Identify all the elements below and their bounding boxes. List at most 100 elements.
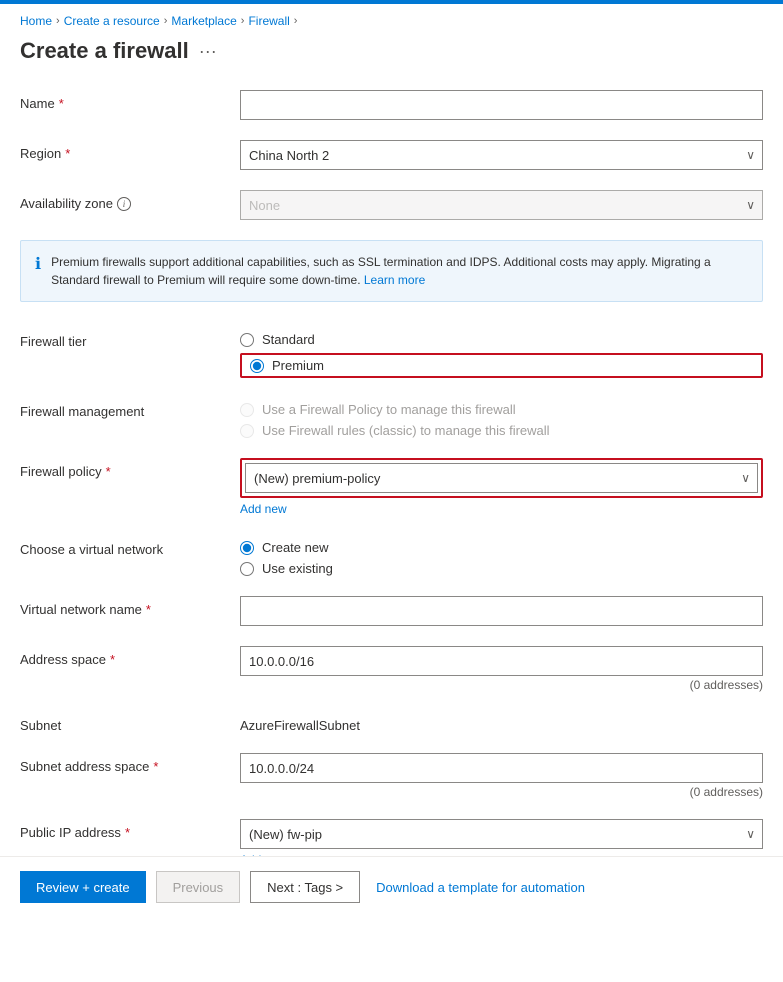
region-control: China North 2 China East China North Chi…	[240, 140, 763, 170]
vnet-name-row: Virtual network name *	[20, 586, 763, 636]
firewall-tier-control: Standard Premium	[240, 328, 763, 378]
firewall-policy-highlight-box: (New) premium-policy ∨	[240, 458, 763, 498]
firewall-management-row: Firewall management Use a Firewall Polic…	[20, 388, 763, 448]
firewall-policy-select-wrapper: (New) premium-policy ∨	[245, 463, 758, 493]
virtual-network-create-label: Create new	[262, 540, 328, 555]
public-ip-select-wrapper: (New) fw-pip ∨	[240, 819, 763, 849]
download-template-link[interactable]: Download a template for automation	[376, 880, 585, 895]
address-space-row: Address space * (0 addresses)	[20, 636, 763, 702]
firewall-tier-label: Firewall tier	[20, 328, 240, 349]
next-button[interactable]: Next : Tags >	[250, 871, 360, 903]
firewall-tier-premium-label: Premium	[272, 358, 324, 373]
firewall-tier-standard-radio[interactable]	[240, 333, 254, 347]
address-space-note: (0 addresses)	[240, 678, 763, 692]
breadcrumb-firewall[interactable]: Firewall	[248, 14, 289, 28]
subnet-label: Subnet	[20, 712, 240, 733]
firewall-tier-row: Firewall tier Standard Premium	[20, 318, 763, 388]
firewall-policy-select[interactable]: (New) premium-policy	[245, 463, 758, 493]
subnet-address-note: (0 addresses)	[240, 785, 763, 799]
region-select[interactable]: China North 2 China East China North Chi…	[240, 140, 763, 170]
address-space-input[interactable]	[240, 646, 763, 676]
firewall-policy-required: *	[106, 464, 111, 479]
availability-zone-select-wrapper: None ∨	[240, 190, 763, 220]
firewall-management-classic-label: Use Firewall rules (classic) to manage t…	[262, 423, 550, 438]
form-area: Name * Region * China North 2 China East…	[0, 80, 783, 921]
address-space-required: *	[110, 652, 115, 667]
learn-more-link[interactable]: Learn more	[364, 273, 425, 287]
breadcrumb-marketplace[interactable]: Marketplace	[171, 14, 236, 28]
address-space-control: (0 addresses)	[240, 646, 763, 692]
more-options-icon[interactable]: ···	[199, 41, 217, 62]
virtual-network-row: Choose a virtual network Create new Use …	[20, 526, 763, 586]
region-required: *	[65, 146, 70, 161]
virtual-network-create-option[interactable]: Create new	[240, 540, 763, 555]
page-title: Create a firewall	[20, 38, 189, 64]
name-input[interactable]	[240, 90, 763, 120]
firewall-tier-premium-radio[interactable]	[250, 359, 264, 373]
public-ip-required: *	[125, 825, 130, 840]
breadcrumb-sep-1: ›	[56, 15, 60, 27]
region-label: Region *	[20, 140, 240, 161]
firewall-management-radio-group: Use a Firewall Policy to manage this fir…	[240, 398, 763, 438]
firewall-policy-control: (New) premium-policy ∨ Add new	[240, 458, 763, 516]
vnet-name-input[interactable]	[240, 596, 763, 626]
firewall-policy-row: Firewall policy * (New) premium-policy ∨…	[20, 448, 763, 526]
address-space-label: Address space *	[20, 646, 240, 667]
virtual-network-existing-radio[interactable]	[240, 562, 254, 576]
vnet-name-label: Virtual network name *	[20, 596, 240, 617]
availability-zone-control: None ∨	[240, 190, 763, 220]
info-banner-icon: ℹ	[35, 254, 41, 289]
breadcrumb: Home › Create a resource › Marketplace ›…	[0, 4, 783, 34]
virtual-network-existing-label: Use existing	[262, 561, 333, 576]
subnet-address-control: (0 addresses)	[240, 753, 763, 799]
region-select-wrapper: China North 2 China East China North Chi…	[240, 140, 763, 170]
breadcrumb-home[interactable]: Home	[20, 14, 52, 28]
region-row: Region * China North 2 China East China …	[20, 130, 763, 180]
breadcrumb-sep-2: ›	[164, 15, 168, 27]
virtual-network-label: Choose a virtual network	[20, 536, 240, 557]
subnet-row: Subnet AzureFirewallSubnet	[20, 702, 763, 743]
name-label: Name *	[20, 90, 240, 111]
page-header: Create a firewall ···	[0, 34, 783, 80]
availability-zone-select: None	[240, 190, 763, 220]
availability-zone-label: Availability zone i	[20, 190, 240, 211]
firewall-tier-standard-label: Standard	[262, 332, 315, 347]
subnet-address-required: *	[153, 759, 158, 774]
breadcrumb-sep-4: ›	[294, 15, 298, 27]
subnet-address-row: Subnet address space * (0 addresses)	[20, 743, 763, 809]
footer: Review + create Previous Next : Tags > D…	[0, 856, 783, 917]
firewall-tier-premium-highlight: Premium	[240, 353, 763, 378]
firewall-management-policy-option: Use a Firewall Policy to manage this fir…	[240, 402, 763, 417]
firewall-management-control: Use a Firewall Policy to manage this fir…	[240, 398, 763, 438]
premium-info-banner: ℹ Premium firewalls support additional c…	[20, 240, 763, 302]
firewall-tier-radio-group: Standard Premium	[240, 328, 763, 378]
firewall-management-classic-option: Use Firewall rules (classic) to manage t…	[240, 423, 763, 438]
name-control	[240, 90, 763, 120]
virtual-network-control: Create new Use existing	[240, 536, 763, 576]
firewall-tier-premium-option[interactable]: Premium	[250, 358, 753, 373]
public-ip-select[interactable]: (New) fw-pip	[240, 819, 763, 849]
firewall-policy-label: Firewall policy *	[20, 458, 240, 479]
info-banner-text: Premium firewalls support additional cap…	[51, 253, 748, 289]
firewall-management-policy-radio	[240, 403, 254, 417]
public-ip-label: Public IP address *	[20, 819, 240, 840]
firewall-policy-add-new-link[interactable]: Add new	[240, 502, 287, 516]
name-row: Name *	[20, 80, 763, 130]
subnet-control: AzureFirewallSubnet	[240, 712, 763, 733]
breadcrumb-create-resource[interactable]: Create a resource	[64, 14, 160, 28]
vnet-name-required: *	[146, 602, 151, 617]
subnet-address-input[interactable]	[240, 753, 763, 783]
subnet-value: AzureFirewallSubnet	[240, 712, 763, 733]
vnet-name-control	[240, 596, 763, 626]
firewall-management-label: Firewall management	[20, 398, 240, 419]
availability-zone-row: Availability zone i None ∨	[20, 180, 763, 230]
previous-button: Previous	[156, 871, 241, 903]
breadcrumb-sep-3: ›	[241, 15, 245, 27]
review-create-button[interactable]: Review + create	[20, 871, 146, 903]
virtual-network-existing-option[interactable]: Use existing	[240, 561, 763, 576]
availability-zone-info-icon[interactable]: i	[117, 197, 131, 211]
firewall-tier-standard-option[interactable]: Standard	[240, 332, 763, 347]
virtual-network-radio-group: Create new Use existing	[240, 536, 763, 576]
firewall-management-policy-label: Use a Firewall Policy to manage this fir…	[262, 402, 516, 417]
virtual-network-create-radio[interactable]	[240, 541, 254, 555]
